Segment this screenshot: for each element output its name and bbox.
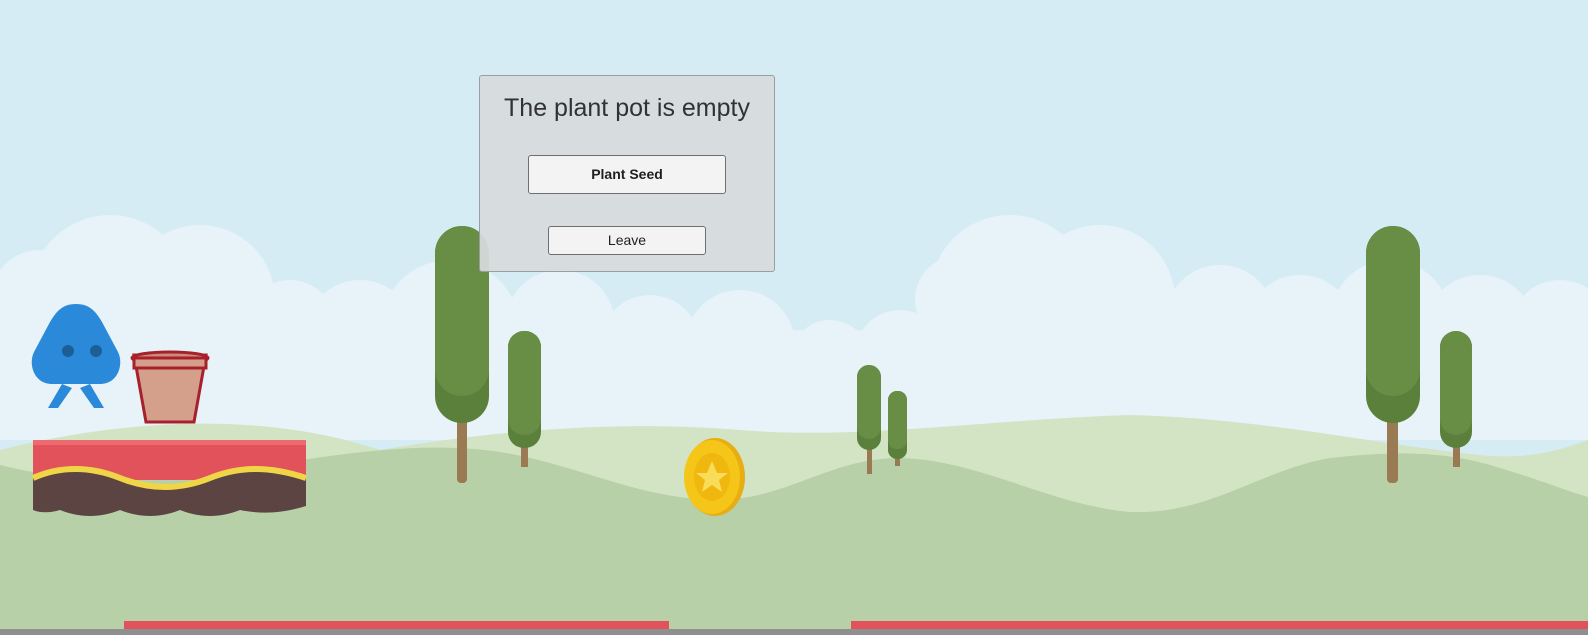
coin-icon [684,438,745,516]
tree-icon [888,391,907,466]
game-scene: The plant pot is empty Plant Seed Leave [0,0,1588,635]
game-background [0,0,1588,635]
ground-platform [31,440,307,516]
plant-pot-dialog: The plant pot is empty Plant Seed Leave [479,75,775,272]
plant-seed-button[interactable]: Plant Seed [528,155,726,194]
bottom-bar [0,629,1588,635]
plant-pot-icon [130,350,210,424]
dialog-title: The plant pot is empty [504,94,750,122]
leave-button[interactable]: Leave [548,226,706,255]
